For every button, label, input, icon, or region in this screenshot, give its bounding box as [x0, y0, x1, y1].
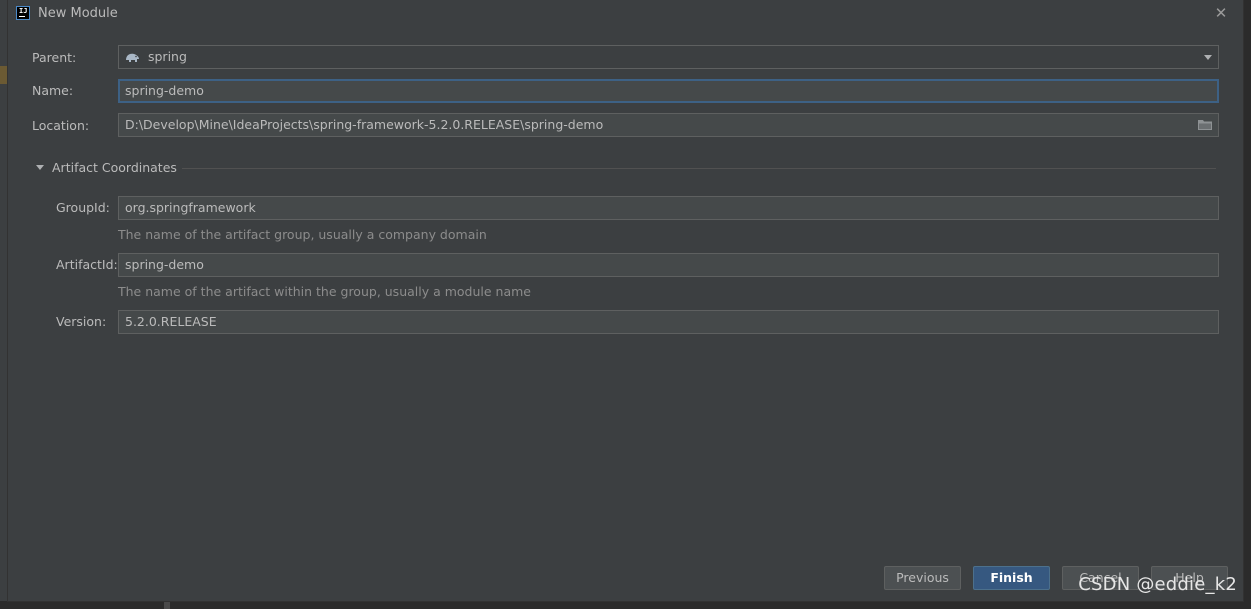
triangle-down-icon[interactable]: [36, 165, 44, 170]
artifactid-input[interactable]: spring-demo: [118, 253, 1219, 277]
name-label: Name:: [32, 83, 74, 98]
csdn-watermark: CSDN @eddie_k2: [1078, 574, 1237, 595]
chevron-down-icon[interactable]: [1204, 55, 1212, 60]
parent-label: Parent:: [32, 50, 77, 65]
version-label: Version:: [56, 314, 107, 329]
ide-background: [0, 0, 8, 609]
title-bar: IJ New Module ✕: [8, 0, 1243, 28]
groupid-input[interactable]: org.springframework: [118, 196, 1219, 220]
ide-background-bottom: [0, 601, 1251, 609]
close-icon[interactable]: ✕: [1213, 5, 1229, 21]
section-title: Artifact Coordinates: [52, 160, 177, 175]
folder-icon[interactable]: [1198, 119, 1212, 130]
parent-combobox[interactable]: spring: [118, 45, 1219, 69]
intellij-icon: IJ: [16, 6, 30, 20]
parent-value: spring: [147, 49, 187, 64]
version-input[interactable]: 5.2.0.RELEASE: [118, 310, 1219, 334]
artifact-coordinates-section[interactable]: Artifact Coordinates: [36, 160, 1216, 176]
groupid-label: GroupId:: [56, 200, 110, 215]
artifactid-label: ArtifactId:: [56, 257, 118, 272]
location-label: Location:: [32, 118, 90, 133]
new-module-dialog: IJ New Module ✕ Parent: spring Name: spr…: [8, 0, 1243, 601]
name-input[interactable]: spring-demo: [118, 79, 1219, 103]
ide-background-marker: [0, 66, 7, 84]
section-divider: [182, 168, 1216, 169]
location-input[interactable]: D:\Develop\Mine\IdeaProjects\spring-fram…: [118, 113, 1219, 137]
location-value: D:\Develop\Mine\IdeaProjects\spring-fram…: [125, 117, 604, 132]
previous-button[interactable]: Previous: [884, 566, 961, 590]
finish-button[interactable]: Finish: [973, 566, 1050, 590]
gradle-elephant-icon: [126, 53, 139, 62]
groupid-hint: The name of the artifact group, usually …: [118, 227, 487, 242]
app-icon-text: IJ: [19, 7, 28, 15]
dialog-title: New Module: [38, 6, 118, 21]
ide-background-scroll-mark: [164, 601, 170, 609]
artifactid-hint: The name of the artifact within the grou…: [118, 284, 531, 299]
